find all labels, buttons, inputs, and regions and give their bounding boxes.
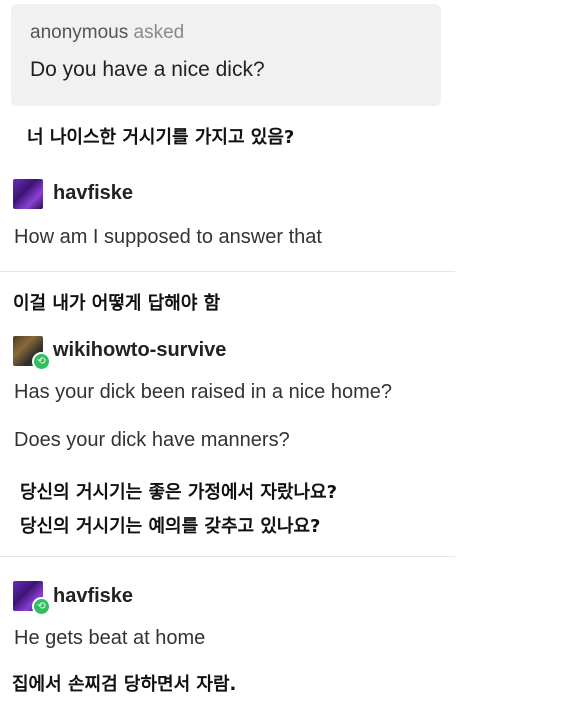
ask-question: Do you have a nice dick? bbox=[30, 58, 265, 81]
post-username[interactable]: wikihowto-survive bbox=[53, 339, 226, 362]
post-text: Has your dick been raised in a nice home… bbox=[14, 381, 392, 403]
reblog-icon: ⟲ bbox=[32, 597, 51, 616]
post-text: Does your dick have manners? bbox=[14, 429, 290, 451]
avatar[interactable] bbox=[13, 179, 43, 209]
divider bbox=[0, 271, 455, 272]
translation-caption-4: 집에서 손찌검 당하면서 자람. bbox=[12, 674, 237, 695]
ask-header: anonymous asked bbox=[30, 22, 184, 44]
translation-caption-3a: 당신의 거시기는 좋은 가정에서 자랐나요? bbox=[20, 482, 338, 503]
reblog-icon: ⟲ bbox=[32, 352, 51, 371]
post-username[interactable]: havfiske bbox=[53, 182, 133, 205]
divider bbox=[0, 556, 455, 557]
translation-caption-2: 이걸 내가 어떻게 답해야 함 bbox=[13, 293, 221, 314]
post-text: He gets beat at home bbox=[14, 627, 206, 649]
post-username[interactable]: havfiske bbox=[53, 585, 133, 608]
post-text: How am I supposed to answer that bbox=[14, 226, 322, 248]
ask-label: asked bbox=[133, 22, 185, 43]
translation-caption-3b: 당신의 거시기는 예의를 갖추고 있나요? bbox=[20, 516, 321, 537]
ask-username[interactable]: anonymous bbox=[30, 22, 128, 43]
translation-caption-1: 너 나이스한 거시기를 가지고 있음? bbox=[27, 127, 295, 148]
ask-box: anonymous asked Do you have a nice dick? bbox=[11, 4, 441, 106]
